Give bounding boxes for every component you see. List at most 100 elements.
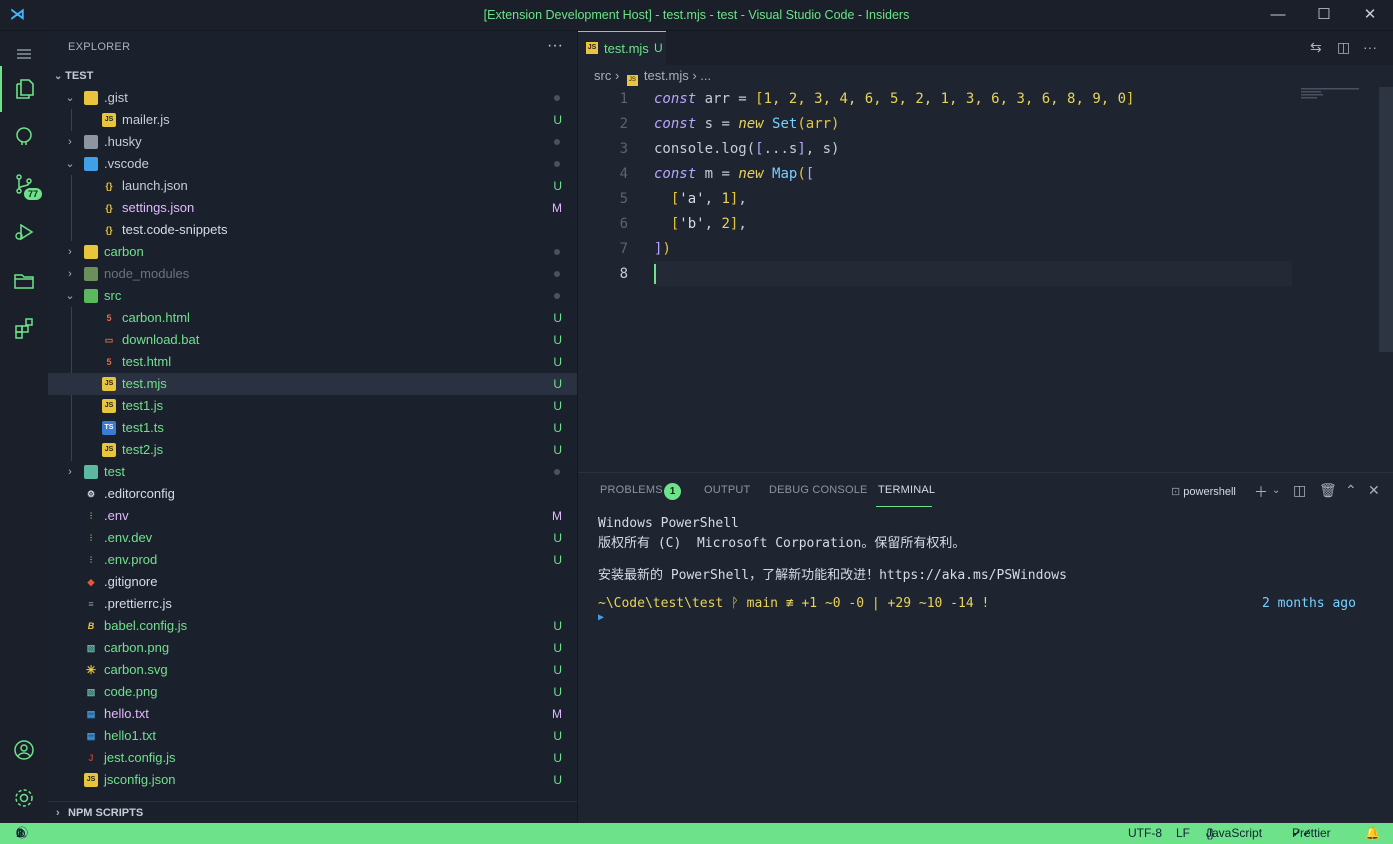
tree-file-carbon-png[interactable]: ▧ carbon.png U: [48, 637, 577, 659]
jsconfig-file-icon: JS: [84, 773, 98, 787]
ts-file-icon: TS: [102, 421, 116, 435]
svg-file-icon: ✳: [85, 663, 97, 677]
maximize-panel-icon[interactable]: ⌃: [1345, 482, 1357, 499]
close-button[interactable]: ✕: [1355, 4, 1385, 26]
env-file-icon: ⫶: [89, 511, 93, 521]
explorer-icon[interactable]: [0, 66, 48, 112]
split-terminal-icon[interactable]: ◫: [1293, 482, 1306, 499]
tree-file-test1-ts[interactable]: TS test1.ts U: [48, 417, 577, 439]
tree-file-settings-json[interactable]: {} settings.json M: [48, 197, 577, 219]
bottom-panel: PROBLEMS 1 OUTPUT DEBUG CONSOLE TERMINAL…: [578, 472, 1393, 824]
remote-explorer-icon[interactable]: [0, 257, 48, 303]
source-control-icon[interactable]: 77: [0, 161, 48, 207]
more-actions-icon[interactable]: ···: [1363, 39, 1377, 55]
eol-status[interactable]: LF: [1176, 823, 1190, 844]
tab-test-mjs[interactable]: JS test.mjs U: [578, 31, 666, 65]
terminal-shell-selector[interactable]: ⊡ powershell: [1171, 485, 1236, 498]
breadcrumb-file[interactable]: test.mjs: [644, 68, 689, 83]
code-line-5[interactable]: ['a', 1],: [654, 191, 747, 207]
terminal-input-cursor[interactable]: ▶: [598, 612, 604, 623]
terminal-output-line: 安装最新的 PowerShell，了解新功能和改进！https://aka.ms…: [598, 568, 1067, 583]
breadcrumb-folder[interactable]: src: [594, 68, 611, 83]
breadcrumb-symbol[interactable]: ...: [700, 68, 711, 83]
tree-file-carbon-html[interactable]: 5 carbon.html U: [48, 307, 577, 329]
line-number: 2: [619, 116, 628, 132]
tree-folder-test[interactable]: › test: [48, 461, 577, 483]
problems-badge: 1: [664, 483, 681, 500]
js-file-icon: JS: [102, 377, 116, 391]
open-changes-icon[interactable]: ⇆: [1310, 39, 1322, 56]
chevron-down-icon[interactable]: ⌄: [1272, 485, 1280, 496]
account-icon[interactable]: [0, 727, 48, 773]
line-number: 5: [619, 191, 628, 207]
explorer-header: EXPLORER: [68, 41, 131, 53]
shell-name: powershell: [1183, 486, 1236, 498]
tree-file-download-bat[interactable]: ▭ download.bat U: [48, 329, 577, 351]
tree-file-test-code-snippets[interactable]: {} test.code-snippets: [48, 219, 577, 241]
run-debug-icon[interactable]: [0, 209, 48, 255]
close-panel-icon[interactable]: ✕: [1368, 482, 1380, 499]
tree-file-env[interactable]: ⫶ .env M: [48, 505, 577, 527]
code-line-6[interactable]: ['b', 2],: [654, 216, 747, 232]
info-count: 1: [16, 826, 23, 840]
tree-file-carbon-svg[interactable]: ✳ carbon.svg U: [48, 659, 577, 681]
tree-file-gitignore[interactable]: ◆ .gitignore: [48, 571, 577, 593]
line-number: 4: [619, 166, 628, 182]
split-editor-icon[interactable]: ◫: [1337, 39, 1350, 56]
notifications-bell-icon[interactable]: 🔔: [1365, 823, 1380, 844]
line-number: 3: [619, 141, 628, 157]
maximize-button[interactable]: ☐: [1309, 4, 1339, 26]
tree-file-test2-js[interactable]: JS test2.js U: [48, 439, 577, 461]
line-number: 7: [619, 241, 628, 257]
tab-debug-console[interactable]: DEBUG CONSOLE: [769, 484, 868, 496]
tab-problems[interactable]: PROBLEMS: [600, 484, 663, 496]
npm-scripts-section[interactable]: › NPM SCRIPTS: [48, 801, 577, 823]
tree-file-jsconfig-json[interactable]: JS jsconfig.json U: [48, 769, 577, 791]
folder-icon: [84, 465, 98, 479]
extensions-icon[interactable]: [0, 305, 48, 351]
editor-scrollbar[interactable]: [1379, 87, 1393, 352]
jest-file-icon: J: [88, 753, 94, 763]
explorer-sidebar: EXPLORER ··· ⌄ TEST ⌄ .gist JS mailer.js U …: [48, 31, 578, 823]
more-actions-icon[interactable]: ···: [547, 37, 563, 55]
tree-folder-src[interactable]: ⌄ src: [48, 285, 577, 307]
tree-file-editorconfig[interactable]: ⚙ .editorconfig: [48, 483, 577, 505]
prettier-file-icon: ≡: [88, 599, 94, 609]
tree-file-env-dev[interactable]: ⫶ .env.dev U: [48, 527, 577, 549]
tree-file-prettierrc-js[interactable]: ≡ .prettierrc.js: [48, 593, 577, 615]
tree-folder-carbon[interactable]: › carbon: [48, 241, 577, 263]
tree-file-env-prod[interactable]: ⫶ .env.prod U: [48, 549, 577, 571]
code-line-1[interactable]: const arr = [1, 2, 3, 4, 6, 5, 2, 1, 3, …: [654, 91, 1134, 107]
github-icon[interactable]: [0, 113, 48, 159]
encoding-status[interactable]: UTF-8: [1128, 823, 1162, 844]
tree-file-test-mjs[interactable]: JS test.mjs U: [48, 373, 577, 395]
current-line-highlight: [654, 261, 1292, 286]
tree-folder-node-modules[interactable]: › node_modules: [48, 263, 577, 285]
workspace-section-header[interactable]: ⌄ TEST: [54, 70, 93, 82]
minimap[interactable]: [1301, 87, 1361, 99]
trash-icon[interactable]: 🗑: [1319, 482, 1337, 499]
tree-folder-vscode[interactable]: ⌄ .vscode: [48, 153, 577, 175]
tree-file-hello-txt[interactable]: ▤ hello.txt M: [48, 703, 577, 725]
new-terminal-icon[interactable]: ＋: [1254, 482, 1268, 502]
code-line-7[interactable]: ]): [654, 241, 671, 257]
settings-gear-icon[interactable]: [0, 775, 48, 821]
tree-file-launch-json[interactable]: {} launch.json U: [48, 175, 577, 197]
tab-output[interactable]: OUTPUT: [704, 484, 750, 496]
tree-file-test-html[interactable]: 5 test.html U: [48, 351, 577, 373]
tree-file-test1-js[interactable]: JS test1.js U: [48, 395, 577, 417]
tree-folder-husky[interactable]: › .husky: [48, 131, 577, 153]
json-file-icon: {}: [105, 225, 113, 235]
tree-file-mailer-js[interactable]: JS mailer.js U: [48, 109, 577, 131]
code-line-3[interactable]: console.log([...s], s): [654, 141, 839, 157]
tree-file-code-png[interactable]: ▧ code.png U: [48, 681, 577, 703]
tree-file-jest-config-js[interactable]: Jjest.config.js U: [48, 747, 577, 769]
code-line-4[interactable]: const m = new Map([: [654, 166, 814, 182]
tree-folder-gist[interactable]: ⌄ .gist: [48, 87, 577, 109]
tree-file-hello1-txt[interactable]: ▤ hello1.txt U: [48, 725, 577, 747]
folder-icon: [84, 91, 98, 105]
minimize-button[interactable]: —: [1263, 4, 1293, 26]
tab-terminal[interactable]: TERMINAL: [878, 484, 935, 496]
tree-file-babel-config-js[interactable]: Bbabel.config.js U: [48, 615, 577, 637]
code-line-2[interactable]: const s = new Set(arr): [654, 116, 840, 132]
